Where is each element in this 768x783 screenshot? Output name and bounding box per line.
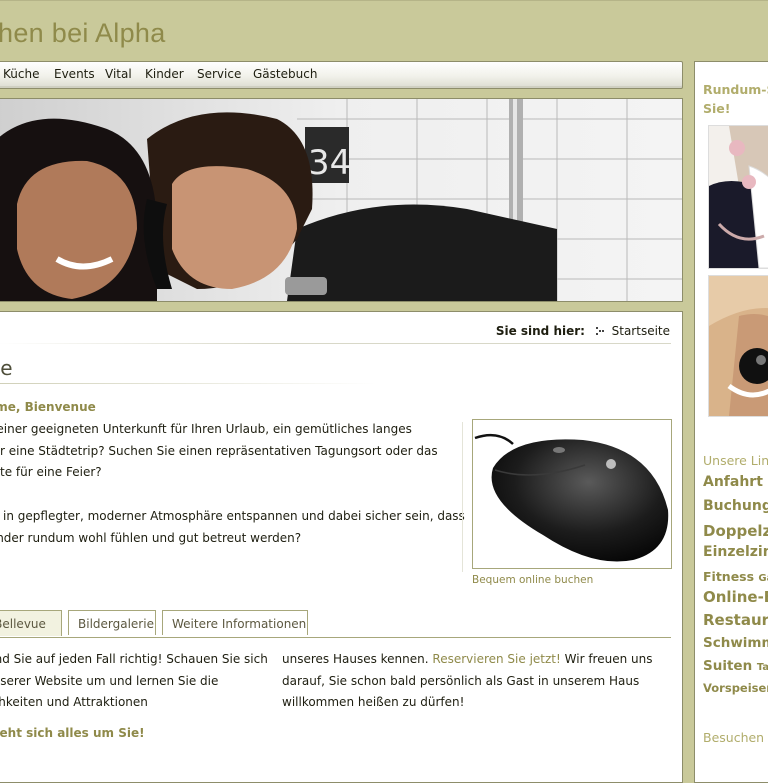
sidebar-link-schwimmbad[interactable]: Schwimmb bbox=[703, 635, 768, 651]
sidebar-link-fitness[interactable]: Fitness Gäste bbox=[703, 569, 768, 584]
breadcrumb-divider bbox=[0, 343, 671, 344]
nav-item-kinder[interactable]: Kinder bbox=[145, 67, 184, 81]
site-title[interactable]: hen bei Alpha bbox=[0, 18, 166, 49]
image-caption-link[interactable]: Bequem online buchen bbox=[472, 574, 593, 586]
page-title: vue bbox=[0, 356, 14, 380]
text-line: unseres Hauses kennen. Reservieren Sie j… bbox=[282, 652, 653, 666]
top-border bbox=[0, 0, 768, 1]
sidebar-link-doppelzimmer[interactable]: Doppelzin bbox=[703, 522, 768, 540]
sidebar-link-online-buchung[interactable]: Online-Bu bbox=[703, 588, 768, 606]
breadcrumb-dots-icon bbox=[595, 327, 604, 335]
breadcrumb-label: Sie sind hier: bbox=[495, 324, 585, 338]
tab-weitere-informationen[interactable]: Weitere Informationen bbox=[162, 610, 308, 635]
tab-text-column-2: unseres Hauses kennen. Reservieren Sie j… bbox=[282, 649, 652, 714]
second-paragraph: ch in gepflegter, moderner Atmosphäre en… bbox=[0, 506, 465, 549]
text-line: ch in gepflegter, moderner Atmosphäre en… bbox=[0, 509, 465, 523]
sidebar-link-restaurant[interactable]: Restaura bbox=[703, 611, 768, 629]
tab-bildergalerie[interactable]: Bildergalerie bbox=[68, 610, 156, 635]
sidebar-link-vorspeisen[interactable]: Vorspeisen bbox=[703, 681, 768, 695]
welcome-subheading: ome, Bienvenue bbox=[0, 400, 96, 414]
computer-mouse-icon bbox=[474, 433, 669, 562]
tab-hotel-bellevue[interactable]: l Bellevue bbox=[0, 610, 62, 636]
hero-banner-image: 34 bbox=[0, 98, 683, 302]
sidebar-photo-wedding[interactable] bbox=[708, 125, 768, 269]
sidebar-link-anfahrt[interactable]: Anfahrt Ba bbox=[703, 474, 768, 490]
sidebar-links-title: Unsere Lin bbox=[703, 453, 768, 468]
reserve-now-link[interactable]: Reservieren Sie jetzt! bbox=[432, 652, 560, 666]
breadcrumb-current-link[interactable]: Startseite bbox=[612, 324, 670, 338]
sidebar-link-buchung[interactable]: Buchung O bbox=[703, 498, 768, 514]
nav-item-gaestebuch[interactable]: Gästebuch bbox=[253, 67, 317, 81]
nav-item-events[interactable]: Events bbox=[54, 67, 95, 81]
tab-text-column-1: sind Sie auf jeden Fall richtig! Schauen… bbox=[0, 649, 268, 714]
text-line: Kinder rundum wohl fühlen und gut betreu… bbox=[0, 530, 302, 545]
booking-mouse-image[interactable] bbox=[472, 419, 672, 569]
nav-item-service[interactable]: Service bbox=[197, 67, 241, 81]
hero-photo-couple-phone: 34 bbox=[0, 99, 682, 301]
main-content: Sie sind hier: Startseite vue ome, Bienv… bbox=[0, 311, 683, 783]
text-line: der eine Städtetrip? Suchen Sie einen re… bbox=[0, 443, 438, 458]
nav-item-kueche[interactable]: Küche bbox=[3, 67, 39, 81]
text-line: darauf, Sie schon bald persönlich als Ga… bbox=[282, 673, 640, 688]
wedding-photo-image bbox=[709, 126, 768, 268]
text-line: unserer Website um und lernen Sie die bbox=[0, 673, 219, 688]
text-line: willkommen heißen zu dürfen! bbox=[282, 695, 465, 709]
sidebar-visit-title: Besuchen S bbox=[703, 730, 768, 745]
right-sidebar: Rundum-Se Sie! Unsere Lin Anfahrt Ba Buc… bbox=[694, 61, 768, 783]
main-nav: Küche Events Vital Kinder Service Gästeb… bbox=[0, 61, 683, 89]
text-line: ente für eine Feier? bbox=[0, 465, 102, 479]
phone-photo-image bbox=[709, 276, 768, 416]
tagline: dreht sich alles um Sie! bbox=[0, 726, 145, 740]
svg-text:34: 34 bbox=[308, 143, 351, 183]
nav-item-vital[interactable]: Vital bbox=[105, 67, 132, 81]
intro-paragraph: n einer geeigneten Unterkunft für Ihren … bbox=[0, 419, 438, 484]
sidebar-photo-phone[interactable] bbox=[708, 275, 768, 417]
sidebar-title: Rundum-Se Sie! bbox=[703, 82, 768, 116]
sidebar-link-suiten[interactable]: Suiten Tagu bbox=[703, 658, 768, 674]
breadcrumb: Sie sind hier: Startseite bbox=[496, 324, 670, 338]
text-line: n einer geeigneten Unterkunft für Ihren … bbox=[0, 422, 412, 436]
text-line: lichkeiten und Attraktionen bbox=[0, 695, 148, 709]
text-line: sind Sie auf jeden Fall richtig! Schauen… bbox=[0, 652, 268, 666]
sidebar-link-einzelzimmer[interactable]: Einzelzimr bbox=[703, 544, 768, 560]
heading-divider bbox=[0, 383, 377, 384]
image-separator bbox=[462, 422, 463, 572]
tab-divider bbox=[0, 637, 671, 638]
